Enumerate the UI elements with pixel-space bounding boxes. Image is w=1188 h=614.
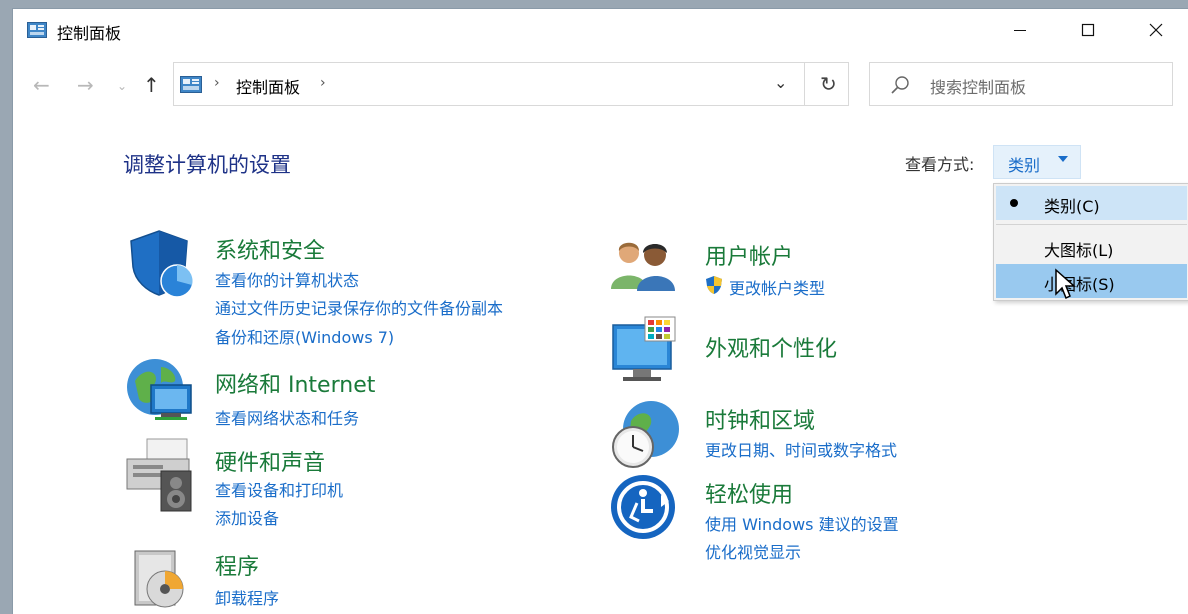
category-hardware-sound: 硬件和声音 查看设备和打印机 添加设备 <box>125 437 525 529</box>
category-network-internet: 网络和 Internet 查看网络状态和任务 <box>125 357 545 429</box>
category-link[interactable]: 查看你的计算机状态 <box>215 267 359 291</box>
category-link[interactable]: 备份和还原(Windows 7) <box>215 324 394 348</box>
breadcrumb-separator-icon[interactable]: › <box>320 75 326 91</box>
category-programs: 程序 卸载程序 <box>125 545 525 614</box>
shield-icon[interactable] <box>125 227 195 299</box>
close-icon <box>1149 23 1163 37</box>
view-by-label: 查看方式: <box>905 155 975 174</box>
category-title[interactable]: 网络和 Internet <box>215 367 375 399</box>
navigation-bar: ← → ⌄ ↑ › 控制面板 › ⌄ ↻ 搜索控制面板 <box>13 61 1188 109</box>
category-clock-region: 时钟和区域 更改日期、时间或数字格式 <box>609 399 969 475</box>
category-appearance: 外观和个性化 <box>609 315 969 391</box>
minimize-icon <box>1014 30 1026 31</box>
category-title[interactable]: 用户帐户 <box>705 239 793 271</box>
ease-of-access-icon[interactable] <box>609 473 677 541</box>
control-panel-location-icon <box>180 76 202 93</box>
category-user-accounts: 用户帐户 更改帐户类型 <box>609 233 969 303</box>
category-title[interactable]: 轻松使用 <box>705 477 793 509</box>
title-bar[interactable]: 控制面板 <box>13 9 1188 51</box>
category-ease-of-access: 轻松使用 使用 Windows 建议的设置 优化视觉显示 <box>609 473 969 563</box>
printer-speaker-icon[interactable] <box>125 437 197 513</box>
category-link[interactable]: 查看网络状态和任务 <box>215 405 359 429</box>
category-title[interactable]: 系统和安全 <box>215 233 325 265</box>
category-link[interactable]: 添加设备 <box>215 505 279 529</box>
breadcrumb-control-panel[interactable]: 控制面板 <box>236 74 300 98</box>
recent-locations-chevron-icon[interactable]: ⌄ <box>117 79 127 93</box>
category-link[interactable]: 通过文件历史记录保存你的文件备份副本 <box>215 295 503 319</box>
search-placeholder: 搜索控制面板 <box>930 78 1027 97</box>
monitor-palette-icon[interactable] <box>609 315 681 387</box>
back-arrow-icon[interactable]: ← <box>33 73 50 97</box>
page-heading: 调整计算机的设置 <box>123 153 291 177</box>
programs-disc-box-icon[interactable] <box>125 545 191 613</box>
selected-bullet-icon <box>1010 199 1018 207</box>
category-link[interactable]: 卸载程序 <box>215 585 279 609</box>
category-title[interactable]: 程序 <box>215 549 259 581</box>
search-box[interactable]: 搜索控制面板 <box>869 62 1173 106</box>
close-button[interactable] <box>1122 9 1188 51</box>
up-arrow-icon[interactable]: ↑ <box>143 73 160 97</box>
maximize-icon <box>1081 23 1095 37</box>
clock-globe-icon[interactable] <box>609 399 685 471</box>
dropdown-caret-icon <box>1058 156 1068 162</box>
category-title[interactable]: 硬件和声音 <box>215 445 325 477</box>
view-by-dropdown[interactable]: 类别 <box>993 145 1081 179</box>
menu-item-category[interactable]: 类别(C) <box>996 186 1187 220</box>
menu-item-label: 大图标(L) <box>1044 241 1114 260</box>
users-icon[interactable] <box>609 233 679 293</box>
view-by-menu: 类别(C) 大图标(L) 小图标(S) <box>993 183 1188 301</box>
forward-arrow-icon[interactable]: → <box>77 73 94 97</box>
category-link[interactable]: 更改帐户类型 <box>729 275 825 299</box>
maximize-button[interactable] <box>1054 9 1122 51</box>
mouse-cursor-icon <box>1055 268 1076 300</box>
category-system-security: 系统和安全 查看你的计算机状态 通过文件历史记录保存你的文件备份副本 备份和还原… <box>125 227 565 347</box>
menu-item-label: 类别(C) <box>1044 197 1100 216</box>
category-link[interactable]: 更改日期、时间或数字格式 <box>705 437 897 461</box>
menu-item-large-icons[interactable]: 大图标(L) <box>996 230 1187 264</box>
uac-shield-icon <box>706 276 722 294</box>
category-link[interactable]: 优化视觉显示 <box>705 539 801 563</box>
menu-item-small-icons[interactable]: 小图标(S) <box>996 264 1187 298</box>
search-icon <box>891 76 909 94</box>
control-panel-window: 控制面板 ← → ⌄ ↑ › 控制面板 › ⌄ ↻ 搜索控制面板 调整计算机的设… <box>12 8 1188 614</box>
category-title[interactable]: 外观和个性化 <box>705 331 837 363</box>
window-title: 控制面板 <box>57 24 122 43</box>
category-title[interactable]: 时钟和区域 <box>705 403 815 435</box>
control-panel-app-icon <box>27 22 47 38</box>
address-dropdown-chevron-icon[interactable]: ⌄ <box>774 73 787 92</box>
address-bar[interactable]: › 控制面板 › ⌄ ↻ <box>173 62 849 106</box>
breadcrumb-separator-icon[interactable]: › <box>214 75 220 91</box>
address-divider <box>804 63 805 105</box>
minimize-button[interactable] <box>986 9 1054 51</box>
category-link[interactable]: 查看设备和打印机 <box>215 477 343 501</box>
menu-separator <box>996 224 1187 225</box>
refresh-icon[interactable]: ↻ <box>820 72 837 96</box>
network-globe-icon[interactable] <box>125 357 197 423</box>
category-link[interactable]: 使用 Windows 建议的设置 <box>705 511 899 535</box>
view-by-value: 类别 <box>1008 156 1041 175</box>
